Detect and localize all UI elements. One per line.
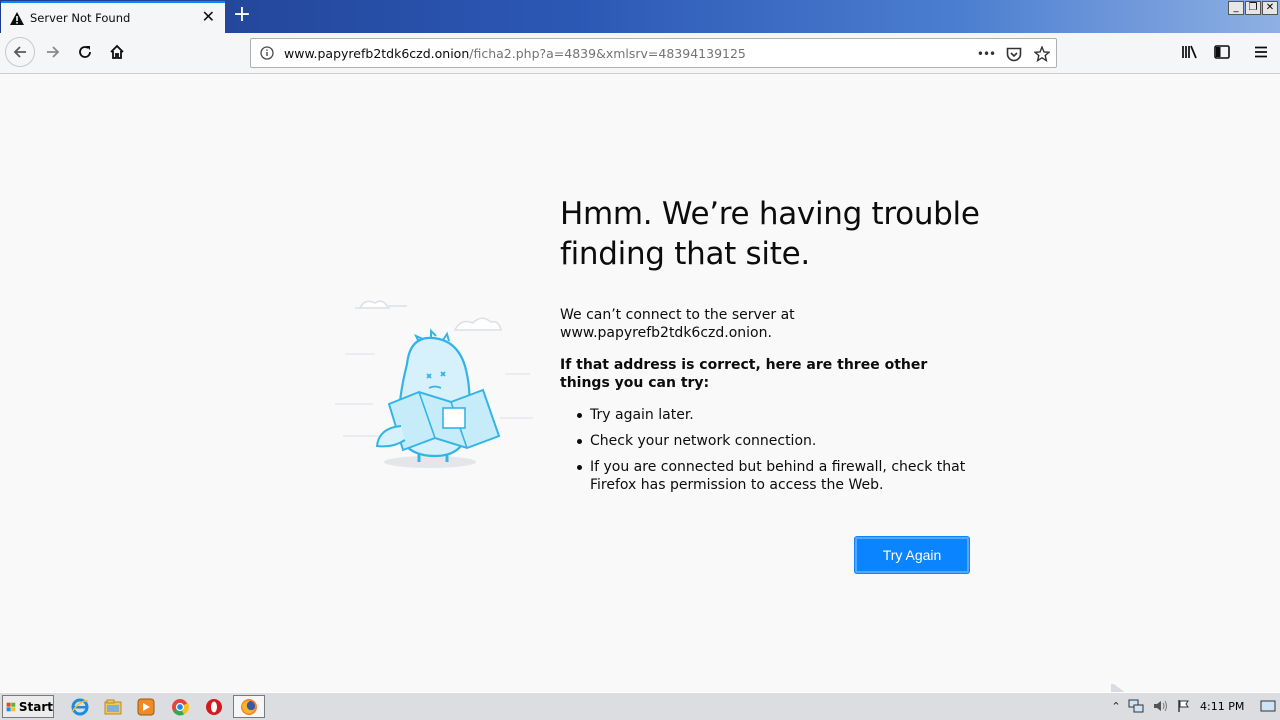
menu-button[interactable] — [1246, 37, 1276, 67]
sidebar-icon — [1214, 45, 1230, 59]
opera-icon[interactable] — [204, 697, 224, 717]
reload-button[interactable] — [70, 37, 100, 67]
url-bar[interactable]: www.papyrefb2tdk6czd.onion/ficha2.php?a=… — [250, 38, 1057, 68]
tab-server-not-found[interactable]: Server Not Found ✕ — [1, 1, 225, 33]
library-button[interactable] — [1175, 37, 1205, 67]
browser-titlebar: Server Not Found ✕ + _ ❐ ✕ — [0, 0, 1280, 33]
tab-title: Server Not Found — [30, 11, 131, 25]
chrome-icon[interactable] — [170, 697, 190, 717]
minimize-button[interactable]: _ — [1228, 1, 1244, 15]
suggestion-item: Check your network connection. — [577, 432, 980, 450]
file-explorer-icon[interactable] — [103, 697, 123, 717]
hamburger-menu-icon — [1255, 46, 1267, 58]
error-page: Hmm. We’re having trouble finding that s… — [0, 74, 1280, 720]
action-center-flag-icon[interactable] — [1176, 698, 1192, 714]
internet-explorer-icon[interactable] — [70, 697, 90, 717]
try-again-button[interactable]: Try Again — [855, 537, 969, 573]
windows-logo-icon — [6, 702, 16, 711]
pocket-icon[interactable] — [1005, 45, 1023, 63]
home-button[interactable] — [102, 37, 132, 67]
tab-close-icon[interactable]: ✕ — [202, 9, 215, 25]
suggestions-heading: If that address is correct, here are thr… — [560, 357, 928, 391]
volume-icon[interactable] — [1152, 698, 1168, 714]
error-description: We can’t connect to the server at www.pa… — [560, 307, 795, 341]
show-hidden-icons-button[interactable]: ⌃ — [1108, 698, 1124, 714]
back-arrow-icon — [13, 46, 26, 58]
library-icon — [1182, 45, 1197, 59]
show-desktop-icon[interactable] — [1260, 698, 1276, 714]
windows-taskbar: Start ⌃ 4:11 PM — [0, 692, 1280, 720]
suggestion-list: Try again later. Check your network conn… — [577, 406, 980, 494]
warning-icon — [10, 11, 24, 25]
firefox-icon[interactable] — [239, 697, 259, 717]
reload-icon — [79, 46, 91, 58]
start-button[interactable]: Start — [2, 695, 54, 718]
restore-button[interactable]: ❐ — [1245, 1, 1261, 15]
navigation-toolbar: www.papyrefb2tdk6czd.onion/ficha2.php?a=… — [0, 33, 1280, 74]
url-path: /ficha2.php?a=4839&xmlsrv=48394139125 — [469, 45, 746, 61]
start-label: Start — [18, 699, 53, 714]
url-host: www.papyrefb2tdk6czd.onion — [284, 45, 470, 61]
forward-button[interactable] — [38, 37, 68, 67]
window-controls: _ ❐ ✕ — [1228, 1, 1278, 15]
suggestion-item: If you are connected but behind a firewa… — [577, 458, 980, 494]
new-tab-button[interactable]: + — [229, 3, 255, 29]
url-text: www.papyrefb2tdk6czd.onion/ficha2.php?a=… — [284, 46, 746, 61]
media-player-icon[interactable] — [136, 697, 156, 717]
close-window-button[interactable]: ✕ — [1262, 1, 1278, 15]
suggestion-item: Try again later. — [577, 406, 980, 424]
back-button[interactable] — [5, 37, 35, 67]
error-title: Hmm. We’re having trouble finding that s… — [560, 196, 980, 272]
forward-arrow-icon — [47, 46, 60, 58]
taskbar-clock: 4:11 PM — [1200, 700, 1245, 713]
site-info-icon[interactable] — [259, 45, 275, 61]
sidebar-button[interactable] — [1207, 37, 1237, 67]
page-actions-icon[interactable]: ••• — [977, 45, 996, 63]
bookmark-star-icon[interactable] — [1033, 45, 1051, 63]
network-icon[interactable] — [1128, 698, 1144, 714]
error-message-container: Hmm. We’re having trouble finding that s… — [560, 194, 980, 502]
home-icon — [110, 44, 124, 59]
lost-dino-map-illustration — [335, 300, 533, 468]
